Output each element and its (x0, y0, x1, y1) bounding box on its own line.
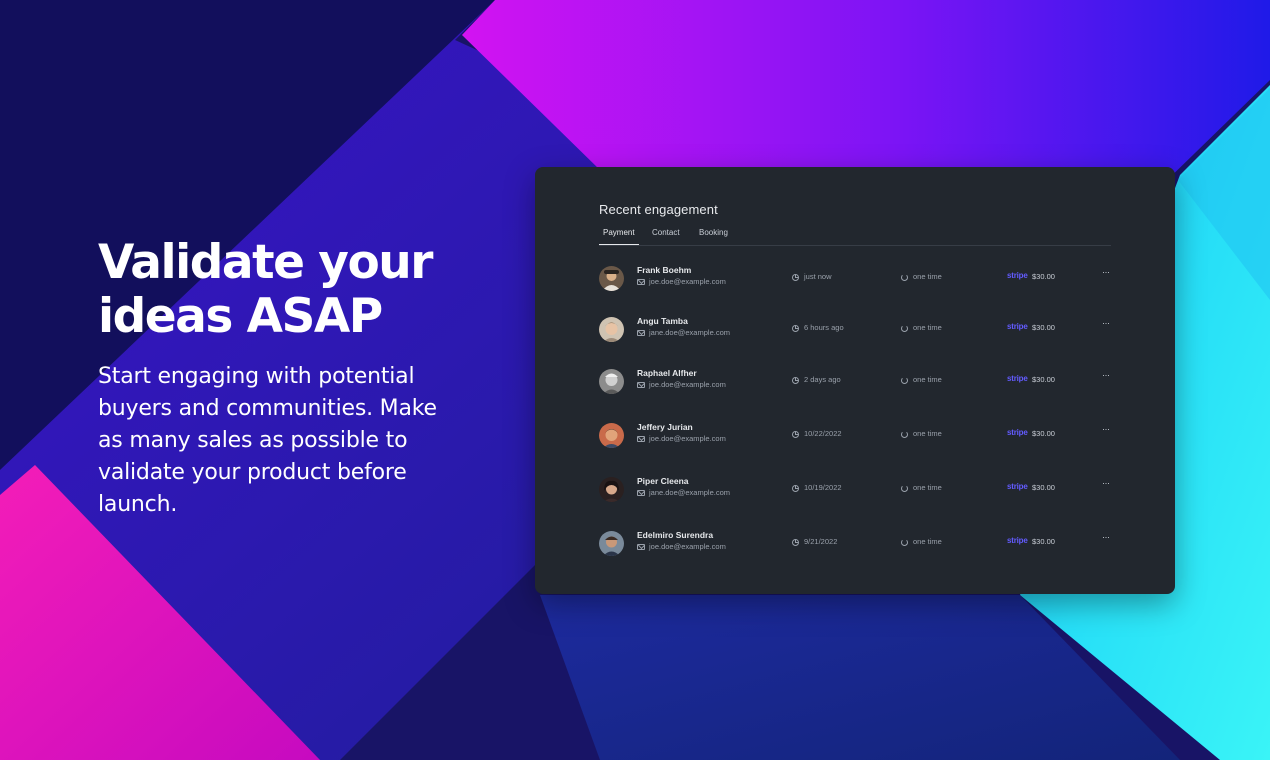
repeat-icon (901, 324, 908, 332)
mail-icon (637, 279, 645, 286)
clock-icon (792, 376, 799, 384)
tab-payment[interactable]: Payment (599, 228, 639, 245)
avatar (599, 317, 624, 342)
hero-title: Validate your ideas ASAP (98, 235, 433, 344)
avatar (599, 266, 624, 291)
time-text: 6 hours ago (804, 323, 844, 332)
more-options-button[interactable]: ··· (1102, 267, 1110, 277)
repeat-icon (901, 538, 908, 546)
email-text: jane.doe@example.com (649, 328, 730, 337)
contact-name: Angu Tamba (637, 316, 688, 326)
frequency-text: one time (913, 537, 942, 546)
clock-icon (792, 324, 799, 332)
email-text: joe.doe@example.com (649, 542, 726, 551)
frequency-text: one time (913, 429, 942, 438)
frequency-cell: one time (901, 375, 942, 384)
table-row[interactable]: Frank Boehm joe.doe@example.com just now… (599, 263, 1111, 297)
table-row[interactable]: Angu Tamba jane.doe@example.com 6 hours … (599, 314, 1111, 348)
more-options-button[interactable]: ··· (1102, 370, 1110, 380)
stripe-logo: stripe (1007, 322, 1028, 331)
frequency-cell: one time (901, 323, 942, 332)
time-text: just now (804, 272, 832, 281)
time-cell: 2 days ago (792, 375, 841, 384)
mail-icon (637, 330, 645, 337)
frequency-cell: one time (901, 272, 942, 281)
amount: $30.00 (1032, 272, 1055, 281)
table-row[interactable]: Piper Cleena jane.doe@example.com 10/19/… (599, 474, 1111, 508)
repeat-icon (901, 376, 908, 384)
email-text: joe.doe@example.com (649, 434, 726, 443)
table-row[interactable]: Raphael Alfher joe.doe@example.com 2 day… (599, 366, 1111, 400)
time-text: 10/19/2022 (804, 483, 842, 492)
repeat-icon (901, 430, 908, 438)
table-row[interactable]: Edelmiro Surendra joe.doe@example.com 9/… (599, 528, 1111, 562)
repeat-icon (901, 484, 908, 492)
contact-name: Jeffery Jurian (637, 422, 693, 432)
frequency-cell: one time (901, 537, 942, 546)
mail-icon (637, 490, 645, 497)
avatar (599, 531, 624, 556)
contact-email: joe.doe@example.com (637, 277, 726, 286)
contact-email: jane.doe@example.com (637, 488, 730, 497)
stripe-logo: stripe (1007, 374, 1028, 383)
clock-icon (792, 273, 799, 281)
contact-name: Piper Cleena (637, 476, 689, 486)
time-cell: 6 hours ago (792, 323, 844, 332)
avatar (599, 423, 624, 448)
more-options-button[interactable]: ··· (1102, 424, 1110, 434)
frequency-text: one time (913, 323, 942, 332)
contact-email: joe.doe@example.com (637, 434, 726, 443)
time-cell: 9/21/2022 (792, 537, 837, 546)
time-cell: 10/22/2022 (792, 429, 842, 438)
more-options-button[interactable]: ··· (1102, 318, 1110, 328)
mail-icon (637, 436, 645, 443)
contact-email: joe.doe@example.com (637, 380, 726, 389)
amount: $30.00 (1032, 483, 1055, 492)
stripe-logo: stripe (1007, 536, 1028, 545)
contact-name: Raphael Alfher (637, 368, 697, 378)
card-title: Recent engagement (599, 202, 718, 217)
time-text: 2 days ago (804, 375, 841, 384)
repeat-icon (901, 273, 908, 281)
hero-subtitle: Start engaging with potential buyers and… (98, 364, 437, 517)
clock-icon (792, 430, 799, 438)
email-text: joe.doe@example.com (649, 380, 726, 389)
clock-icon (792, 484, 799, 492)
contact-name: Frank Boehm (637, 265, 692, 275)
more-options-button[interactable]: ··· (1102, 532, 1110, 542)
time-text: 9/21/2022 (804, 537, 838, 546)
frequency-cell: one time (901, 483, 942, 492)
avatar (599, 477, 624, 502)
contact-email: jane.doe@example.com (637, 328, 730, 337)
time-text: 10/22/2022 (804, 429, 842, 438)
table-row[interactable]: Jeffery Jurian joe.doe@example.com 10/22… (599, 420, 1111, 454)
frequency-text: one time (913, 483, 942, 492)
email-text: joe.doe@example.com (649, 277, 726, 286)
mail-icon (637, 382, 645, 389)
avatar (599, 369, 624, 394)
amount: $30.00 (1032, 537, 1055, 546)
frequency-text: one time (913, 272, 942, 281)
time-cell: just now (792, 272, 832, 281)
tab-bar: Payment Contact Booking (599, 227, 1111, 246)
amount: $30.00 (1032, 429, 1055, 438)
more-options-button[interactable]: ··· (1102, 478, 1110, 488)
time-cell: 10/19/2022 (792, 483, 842, 492)
stripe-logo: stripe (1007, 271, 1028, 280)
clock-icon (792, 538, 799, 546)
recent-engagement-card: Recent engagement Payment Contact Bookin… (535, 167, 1175, 594)
frequency-cell: one time (901, 429, 942, 438)
contact-name: Edelmiro Surendra (637, 530, 714, 540)
contact-email: joe.doe@example.com (637, 542, 726, 551)
mail-icon (637, 544, 645, 551)
frequency-text: one time (913, 375, 942, 384)
stripe-logo: stripe (1007, 428, 1028, 437)
tab-booking[interactable]: Booking (699, 228, 728, 244)
amount: $30.00 (1032, 375, 1055, 384)
amount: $30.00 (1032, 323, 1055, 332)
tab-contact[interactable]: Contact (652, 228, 680, 244)
email-text: jane.doe@example.com (649, 488, 730, 497)
stripe-logo: stripe (1007, 482, 1028, 491)
